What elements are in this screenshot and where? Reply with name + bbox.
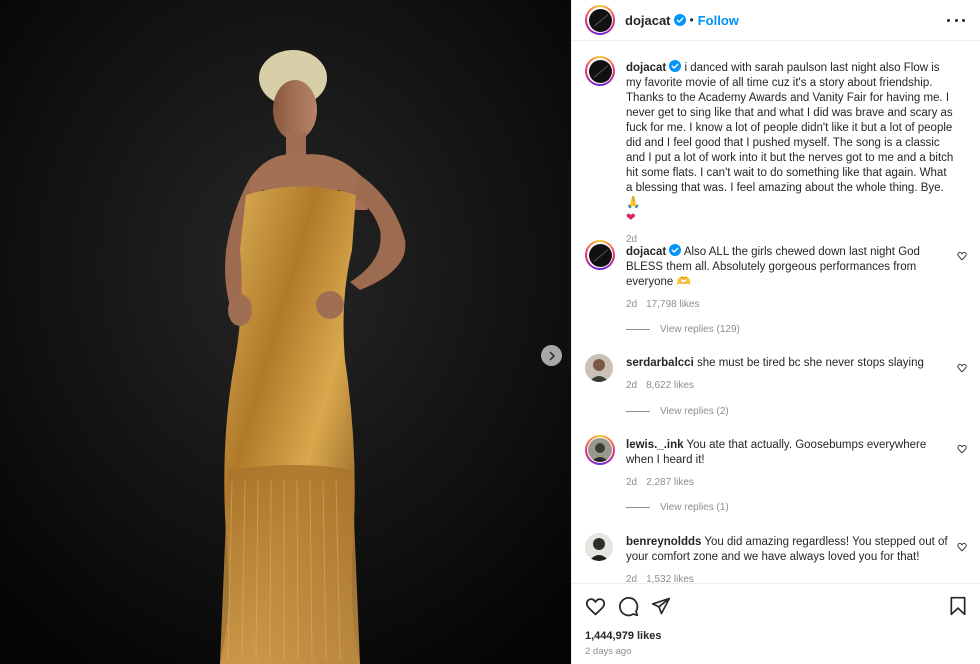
view-replies-label: View replies (1) [660,502,729,513]
verified-badge-icon [673,14,686,26]
comment-age[interactable]: 2d [626,477,637,488]
follow-button[interactable]: Follow [698,13,739,28]
author-username[interactable]: dojacat [625,13,671,28]
caption-heart: ❤ [626,212,636,224]
caption-text: i danced with sarah paulson last night a… [626,62,954,209]
comment-text: she must be tired bc she never stops sla… [696,357,924,369]
view-replies-button[interactable]: View replies (2) [626,406,729,417]
next-photo-button[interactable] [541,345,562,366]
comment-like-heart-icon[interactable] [957,444,967,454]
commenter-avatar[interactable] [585,533,613,561]
caption-username[interactable]: dojacat [626,62,666,74]
post-time: 2 days ago [585,646,632,657]
comment-body: lewis._.ink You ate that actually. Goose… [626,438,956,490]
commenter-avatar[interactable] [585,435,615,465]
comment-like-heart-icon[interactable] [957,542,967,552]
likes-count[interactable]: 1,444,979 likes [585,630,661,642]
comment-age[interactable]: 2d [626,574,637,583]
view-replies-button[interactable]: View replies (1) [626,502,729,513]
bookmark-icon[interactable] [949,596,967,616]
post-media[interactable] [0,0,571,664]
comment-age[interactable]: 2d [626,299,637,310]
comment-likes[interactable]: 8,622 likes [646,380,694,391]
verified-badge-icon [669,60,682,72]
commenter-avatar[interactable] [585,240,615,270]
comment-body: serdarbalcci she must be tired bc she ne… [626,356,956,393]
comment-likes[interactable]: 17,798 likes [646,299,699,310]
comment-username[interactable]: benreynoldds [626,536,701,548]
more-options-icon[interactable] [947,12,965,28]
comment-age[interactable]: 2d [626,380,637,391]
comment-likes[interactable]: 2,287 likes [646,477,694,488]
comment-body: dojacat Also ALL the girls chewed down l… [626,244,956,312]
post-actions: 1,444,979 likes 2 days ago [572,583,980,664]
view-replies-label: View replies (129) [660,324,740,335]
author-avatar[interactable] [585,5,615,35]
comment-likes[interactable]: 1,532 likes [646,574,694,583]
comments-list[interactable]: dojacat i danced with sarah paulson last… [572,41,980,583]
comment-like-heart-icon[interactable] [957,363,967,373]
comment-username[interactable]: lewis._.ink [626,439,684,451]
comment-like-heart-icon[interactable] [957,251,967,261]
view-replies-button[interactable]: View replies (129) [626,324,740,335]
share-icon[interactable] [651,596,671,616]
comment-username[interactable]: dojacat [626,246,666,258]
post-photo [0,0,571,664]
caption-body: dojacat i danced with sarah paulson last… [626,60,956,247]
commenter-avatar[interactable] [585,354,613,382]
chevron-right-icon [549,351,555,360]
author-avatar[interactable] [585,56,615,86]
separator-dot: • [689,13,694,27]
comment-icon[interactable] [618,596,639,617]
heart-icon[interactable] [585,596,606,617]
comment-body: benreynoldds You did amazing regardless!… [626,535,956,583]
comment-username[interactable]: serdarbalcci [626,357,694,369]
post-header: dojacat • Follow [572,0,980,41]
view-replies-label: View replies (2) [660,406,729,417]
post-panel: dojacat • Follow dojacat i danced with s… [571,0,980,664]
verified-badge-icon [669,244,682,256]
